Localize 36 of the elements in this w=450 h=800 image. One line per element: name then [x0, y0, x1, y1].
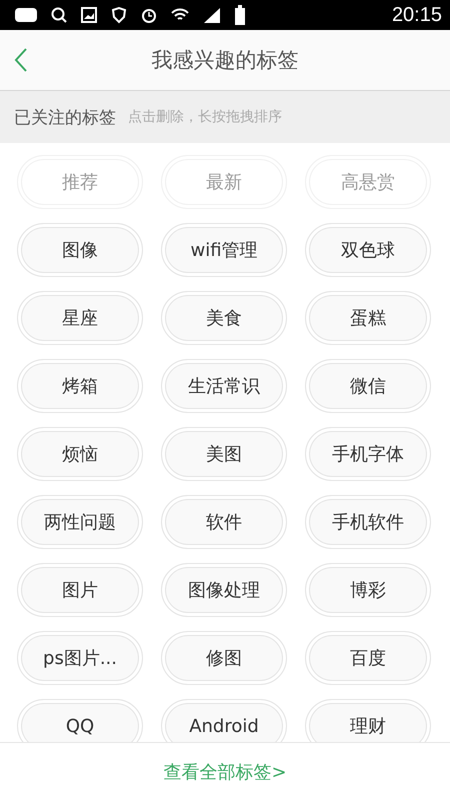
tag-chip[interactable]: 生活常识 — [161, 359, 287, 413]
tag-chip[interactable]: 理财 — [305, 699, 431, 742]
tag-chip[interactable]: 烦恼 — [17, 427, 143, 481]
tag-chip[interactable]: 微信 — [305, 359, 431, 413]
tag-chip[interactable]: 烤箱 — [17, 359, 143, 413]
tag-chip[interactable]: 图片 — [17, 563, 143, 617]
image-icon — [80, 6, 98, 24]
section-hint: 点击删除，长按拖拽排序 — [128, 108, 282, 126]
tag-chip[interactable]: 百度 — [305, 631, 431, 685]
status-time: 20:15 — [392, 4, 442, 26]
shield-icon — [110, 6, 128, 24]
tag-chip[interactable]: 双色球 — [305, 223, 431, 277]
tag-chip[interactable]: 两性问题 — [17, 495, 143, 549]
tag-chip[interactable]: 美图 — [161, 427, 287, 481]
tag-chip[interactable]: ps图片... — [17, 631, 143, 685]
tag-chip[interactable]: 软件 — [161, 495, 287, 549]
tag-chip[interactable]: 图像处理 — [161, 563, 287, 617]
tag-chip[interactable]: 美食 — [161, 291, 287, 345]
tag-chip[interactable]: 手机字体 — [305, 427, 431, 481]
tag-chip[interactable]: QQ — [17, 699, 143, 742]
alarm-icon — [140, 6, 158, 24]
tag-chip[interactable]: 星座 — [17, 291, 143, 345]
tag-chip[interactable]: 手机软件 — [305, 495, 431, 549]
battery-icon — [234, 5, 246, 25]
tag-chip[interactable]: wifi管理 — [161, 223, 287, 277]
signal-icon — [202, 6, 222, 24]
page-title: 我感兴趣的标签 — [152, 47, 298, 74]
search-icon — [50, 6, 68, 24]
tag-chip[interactable]: 博彩 — [305, 563, 431, 617]
tag-chip[interactable]: 修图 — [161, 631, 287, 685]
section-title: 已关注的标签 — [14, 106, 116, 128]
message-icon — [14, 6, 38, 24]
tag-chip[interactable]: 蛋糕 — [305, 291, 431, 345]
tag-chip[interactable]: 图像 — [17, 223, 143, 277]
back-icon[interactable] — [14, 47, 28, 73]
tag-chip[interactable]: Android — [161, 699, 287, 742]
